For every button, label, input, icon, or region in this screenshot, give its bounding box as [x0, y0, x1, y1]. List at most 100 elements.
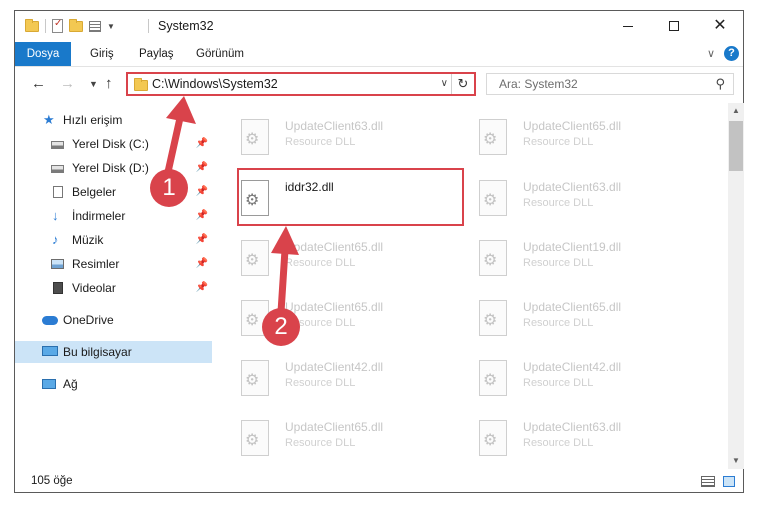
details-view-icon[interactable]	[701, 476, 715, 487]
sidebar-item-onedrive[interactable]: OneDrive	[15, 309, 212, 331]
expand-ribbon-icon[interactable]: ∨	[707, 47, 715, 60]
ribbon-tabs: Dosya Giriş Paylaş Görünüm ∨ ?	[15, 42, 743, 67]
pin-icon[interactable]: 📌	[196, 253, 208, 275]
scroll-thumb[interactable]	[729, 121, 743, 171]
dll-file-icon	[479, 300, 507, 336]
file-tile[interactable]: UpdateClient65.dll Resource DLL	[220, 230, 450, 282]
file-name: UpdateClient65.dll	[285, 300, 384, 314]
explorer-window: ▼ System32 ✕ Dosya Giriş Paylaş Görünüm …	[14, 10, 744, 493]
file-name: UpdateClient63.dll	[285, 119, 384, 133]
step-marker-2: 2	[262, 308, 300, 346]
properties-icon[interactable]	[52, 18, 63, 33]
file-tile[interactable]: UpdateClient63.dll Resource DLL	[220, 109, 450, 161]
maximize-button[interactable]	[651, 11, 697, 41]
dll-file-icon	[241, 360, 269, 396]
file-name: UpdateClient65.dll	[523, 300, 622, 314]
help-button[interactable]: ?	[724, 46, 739, 61]
minimize-button[interactable]	[605, 11, 651, 41]
sidebar-item-this-pc[interactable]: Bu bilgisayar	[15, 341, 212, 363]
file-name: UpdateClient42.dll	[285, 360, 384, 374]
sidebar-item-pictures[interactable]: Resimler 📌	[15, 253, 212, 275]
file-type: Resource DLL	[523, 377, 594, 389]
pin-icon[interactable]: 📌	[196, 205, 208, 227]
file-name: UpdateClient63.dll	[523, 180, 622, 194]
refresh-button[interactable]: ↻	[451, 74, 474, 94]
video-icon	[53, 282, 63, 294]
music-icon: ♪	[52, 232, 59, 247]
file-tile[interactable]: UpdateClient42.dll Resource DLL	[458, 350, 688, 402]
close-icon: ✕	[713, 17, 727, 34]
back-button[interactable]: ←	[31, 75, 46, 92]
file-tile[interactable]: UpdateClient63.dll Resource DLL	[458, 410, 688, 462]
tab-home[interactable]: Giriş	[90, 42, 114, 66]
dll-file-icon	[241, 119, 269, 155]
divider	[148, 19, 149, 33]
file-type: Resource DLL	[285, 136, 356, 148]
file-tile[interactable]: UpdateClient65.dll Resource DLL	[458, 290, 688, 342]
pin-icon[interactable]: 📌	[196, 229, 208, 251]
tab-share[interactable]: Paylaş	[139, 42, 174, 66]
address-path[interactable]: C:\Windows\System32	[152, 77, 278, 91]
window-title: System32	[158, 19, 214, 33]
sidebar-item-videos[interactable]: Videolar 📌	[15, 277, 212, 299]
sidebar-item-label: Yerel Disk (C:)	[72, 137, 149, 151]
folder-icon[interactable]	[25, 18, 39, 32]
file-tile[interactable]: UpdateClient42.dll Resource DLL	[220, 350, 450, 402]
tab-view[interactable]: Görünüm	[196, 42, 244, 66]
sidebar-item-quick-access[interactable]: ★ Hızlı erişim	[15, 109, 212, 131]
view-icon[interactable]	[89, 20, 101, 32]
dll-file-icon	[479, 420, 507, 456]
sidebar-item-label: Resimler	[72, 257, 120, 271]
pin-icon[interactable]: 📌	[196, 277, 208, 299]
file-type: Resource DLL	[285, 257, 356, 269]
sidebar-item-music[interactable]: ♪ Müzik 📌	[15, 229, 212, 251]
file-type: Resource DLL	[523, 136, 594, 148]
sidebar-item-label: Yerel Disk (D:)	[72, 161, 149, 175]
close-button[interactable]: ✕	[697, 11, 743, 41]
recent-locations-icon[interactable]: ▼	[89, 79, 98, 89]
forward-button[interactable]: →	[60, 75, 75, 92]
pin-icon[interactable]: 📌	[196, 133, 208, 155]
dll-file-icon	[479, 119, 507, 155]
sidebar-item-downloads[interactable]: ↓ İndirmeler 📌	[15, 205, 212, 227]
minimize-icon	[623, 25, 633, 27]
sidebar-item-label: Videolar	[72, 281, 116, 295]
pictures-icon	[51, 259, 64, 269]
sidebar-item-label: Ağ	[63, 377, 78, 391]
new-folder-icon[interactable]	[69, 18, 83, 32]
network-icon	[42, 379, 56, 389]
scroll-up-icon[interactable]: ▲	[728, 103, 744, 119]
file-tile[interactable]: UpdateClient63.dll Resource DLL	[458, 170, 688, 222]
file-tile[interactable]: UpdateClient19.dll Resource DLL	[458, 230, 688, 282]
sidebar-item-label: Belgeler	[72, 185, 117, 199]
up-button[interactable]: ↑	[105, 75, 113, 92]
item-count: 105 öğe	[31, 475, 73, 487]
file-highlight-box	[237, 168, 464, 226]
dll-file-icon	[479, 180, 507, 216]
file-tile[interactable]: UpdateClient65.dll Resource DLL	[458, 109, 688, 161]
pin-icon[interactable]: 📌	[196, 157, 208, 179]
tab-file[interactable]: Dosya	[15, 42, 71, 66]
tiles-view-icon[interactable]	[723, 476, 735, 487]
file-type: Resource DLL	[523, 317, 594, 329]
search-box[interactable]: Ara: System32 ⚲	[486, 73, 734, 95]
address-bar[interactable]: C:\Windows\System32 ∨ ↻	[126, 72, 476, 96]
search-input[interactable]: Ara: System32	[499, 77, 578, 91]
file-tile[interactable]: UpdateClient65.dll Resource DLL	[220, 290, 450, 342]
customize-toolbar-icon[interactable]: ▼	[107, 22, 115, 31]
navigation-bar: ← → ▼ ↑ C:\Windows\System32 ∨ ↻ Ara: Sys…	[15, 69, 743, 99]
sidebar-item-label: İndirmeler	[72, 209, 126, 223]
sidebar-item-disk-c[interactable]: Yerel Disk (C:) 📌	[15, 133, 212, 155]
sidebar-item-label: Bu bilgisayar	[63, 345, 132, 359]
address-dropdown-icon[interactable]: ∨	[441, 78, 448, 89]
file-type: Resource DLL	[523, 257, 594, 269]
disk-icon	[51, 165, 64, 173]
pin-icon[interactable]: 📌	[196, 181, 208, 203]
vertical-scrollbar[interactable]: ▲ ▼	[728, 103, 744, 469]
search-icon[interactable]: ⚲	[715, 76, 725, 92]
file-tile[interactable]: UpdateClient65.dll Resource DLL	[220, 410, 450, 462]
computer-icon	[42, 346, 58, 356]
scroll-down-icon[interactable]: ▼	[728, 453, 744, 469]
file-type: Resource DLL	[285, 437, 356, 449]
sidebar-item-network[interactable]: Ağ	[15, 373, 212, 395]
